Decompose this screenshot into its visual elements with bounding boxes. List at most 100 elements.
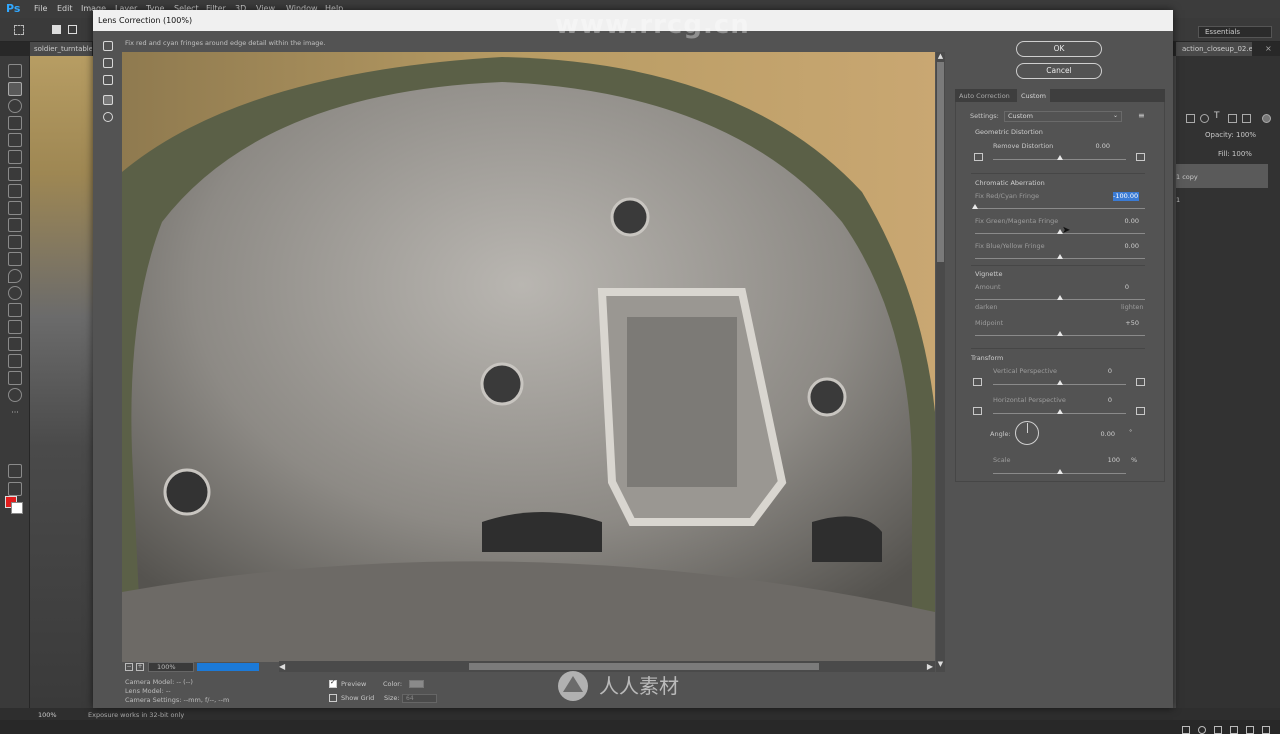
zoom-select[interactable]: 100% [148, 662, 194, 672]
fix-red-cyan-slider[interactable] [972, 204, 978, 209]
marquee-tool-icon[interactable] [8, 82, 22, 96]
status-bar: 100% Exposure works in 32-bit only [0, 708, 1280, 720]
menu-edit[interactable]: Edit [57, 4, 73, 13]
camera-info: Camera Model: -- (--) Lens Model: -- Cam… [125, 678, 229, 705]
image-preview[interactable] [122, 52, 935, 662]
quick-mask-icon[interactable] [8, 464, 22, 478]
move-tool-icon[interactable] [8, 64, 22, 78]
close-tab-icon[interactable]: × [1265, 44, 1272, 53]
scroll-up-icon[interactable]: ▲ [936, 52, 945, 60]
remove-distortion-tool-icon[interactable] [103, 41, 113, 51]
layer-row-copy[interactable]: 1 copy [1176, 164, 1268, 188]
vertical-perspective-value[interactable]: 0 [1080, 367, 1112, 375]
zoom-tool-icon[interactable] [103, 112, 113, 122]
angle-dial[interactable] [1015, 421, 1039, 445]
link-layers-icon[interactable] [1182, 726, 1190, 734]
vignette-amount-slider[interactable] [1057, 295, 1063, 300]
more-tools-icon[interactable]: ··· [8, 408, 22, 422]
crop-tool-icon[interactable] [8, 133, 22, 147]
layer-row-1[interactable]: 1 [1176, 196, 1180, 204]
shape-filter-icon[interactable] [1228, 114, 1237, 123]
add-selection-icon[interactable] [68, 25, 77, 34]
fix-red-cyan-value[interactable]: -100.00 [1113, 192, 1139, 201]
settings-menu-icon[interactable]: ≡ [1138, 111, 1145, 120]
straighten-tool-icon[interactable] [103, 58, 113, 68]
new-selection-icon[interactable] [52, 25, 61, 34]
zoom-in-button[interactable]: + [136, 663, 144, 671]
new-group-icon[interactable] [1230, 726, 1238, 734]
screen-mode-icon[interactable] [8, 482, 22, 496]
scroll-left-icon[interactable]: ◀ [279, 662, 285, 671]
blur-tool-icon[interactable] [8, 269, 22, 283]
helmet-photo [122, 52, 935, 662]
add-mask-icon[interactable] [1214, 726, 1222, 734]
grid-size-field[interactable]: 64 [402, 694, 437, 703]
tab-auto-correction[interactable]: Auto Correction [955, 89, 1014, 102]
lasso-tool-icon[interactable] [8, 99, 22, 113]
fix-red-cyan-track[interactable] [975, 208, 1145, 209]
opacity-control[interactable]: Opacity: 100% [1205, 131, 1256, 139]
layer-style-icon[interactable] [1198, 726, 1206, 734]
remove-distortion-slider[interactable] [1056, 155, 1063, 160]
rectangle-tool-icon[interactable] [8, 354, 22, 368]
type-filter-icon[interactable]: T [1214, 111, 1223, 121]
show-grid-checkbox[interactable] [329, 694, 337, 702]
hand-tool-icon[interactable] [8, 371, 22, 385]
progress-bar [197, 663, 259, 671]
fix-green-magenta-value[interactable]: 0.00 [1107, 217, 1139, 225]
background-color-swatch[interactable] [11, 502, 23, 514]
vignette-amount-value[interactable]: 0 [1097, 283, 1129, 291]
tab-custom[interactable]: Custom [1017, 89, 1050, 102]
type-tool-icon[interactable] [8, 320, 22, 334]
horizontal-perspective-value[interactable]: 0 [1080, 396, 1112, 404]
gradient-tool-icon[interactable] [8, 252, 22, 266]
menu-file[interactable]: File [34, 4, 47, 13]
scroll-right-icon[interactable]: ▶ [927, 662, 933, 671]
move-grid-tool-icon[interactable] [103, 75, 113, 85]
brush-tool-icon[interactable] [8, 184, 22, 198]
vertical-perspective-slider[interactable] [1056, 380, 1063, 385]
zoom-level[interactable]: 100% [38, 711, 57, 719]
pen-tool-icon[interactable] [8, 303, 22, 317]
eraser-tool-icon[interactable] [8, 235, 22, 249]
dodge-tool-icon[interactable] [8, 286, 22, 300]
vignette-midpoint-slider[interactable] [1057, 331, 1063, 336]
scale-slider[interactable] [1056, 469, 1063, 474]
zoom-tool-icon[interactable] [8, 388, 22, 402]
fix-blue-yellow-slider[interactable] [1057, 254, 1063, 259]
vertical-scroll-thumb[interactable] [937, 62, 944, 262]
hand-tool-icon[interactable] [103, 95, 113, 105]
clone-stamp-tool-icon[interactable] [8, 201, 22, 215]
status-info[interactable]: Exposure works in 32-bit only [88, 711, 184, 719]
vignette-midpoint-value[interactable]: +50 [1107, 319, 1139, 327]
path-selection-tool-icon[interactable] [8, 337, 22, 351]
magic-wand-tool-icon[interactable] [8, 116, 22, 130]
horizontal-perspective-slider[interactable] [1056, 409, 1063, 414]
eyedropper-tool-icon[interactable] [8, 150, 22, 164]
history-brush-tool-icon[interactable] [8, 218, 22, 232]
zoom-out-button[interactable]: − [125, 663, 133, 671]
document-tab-action-closeup[interactable]: action_closeup_02.e [1176, 42, 1252, 56]
ok-button[interactable]: OK [1016, 41, 1102, 57]
settings-select[interactable]: Custom ⌄ [1004, 111, 1122, 122]
new-layer-icon[interactable] [1246, 726, 1254, 734]
workspace-select[interactable]: Essentials [1198, 26, 1272, 38]
scroll-down-icon[interactable]: ▼ [936, 660, 945, 668]
grid-color-swatch[interactable] [409, 680, 424, 688]
image-filter-icon[interactable] [1186, 114, 1195, 123]
marquee-option-icon[interactable] [14, 25, 24, 35]
healing-brush-tool-icon[interactable] [8, 167, 22, 181]
angle-value[interactable]: 0.00 [1083, 430, 1115, 438]
fill-control[interactable]: Fill: 100% [1218, 150, 1252, 158]
delete-layer-icon[interactable] [1262, 726, 1270, 734]
filter-toggle-icon[interactable] [1262, 114, 1271, 123]
vertical-scrollbar[interactable]: ▲ ▼ [936, 52, 945, 672]
adjustment-filter-icon[interactable] [1200, 114, 1209, 123]
fix-blue-yellow-value[interactable]: 0.00 [1107, 242, 1139, 250]
smart-object-filter-icon[interactable] [1242, 114, 1251, 123]
document-tab-soldier[interactable]: soldier_turntable [30, 42, 92, 56]
scale-value[interactable]: 100 [1088, 456, 1120, 464]
remove-distortion-value[interactable]: 0.00 [1078, 142, 1110, 150]
preview-checkbox[interactable] [329, 678, 337, 688]
cancel-button[interactable]: Cancel [1016, 63, 1102, 79]
